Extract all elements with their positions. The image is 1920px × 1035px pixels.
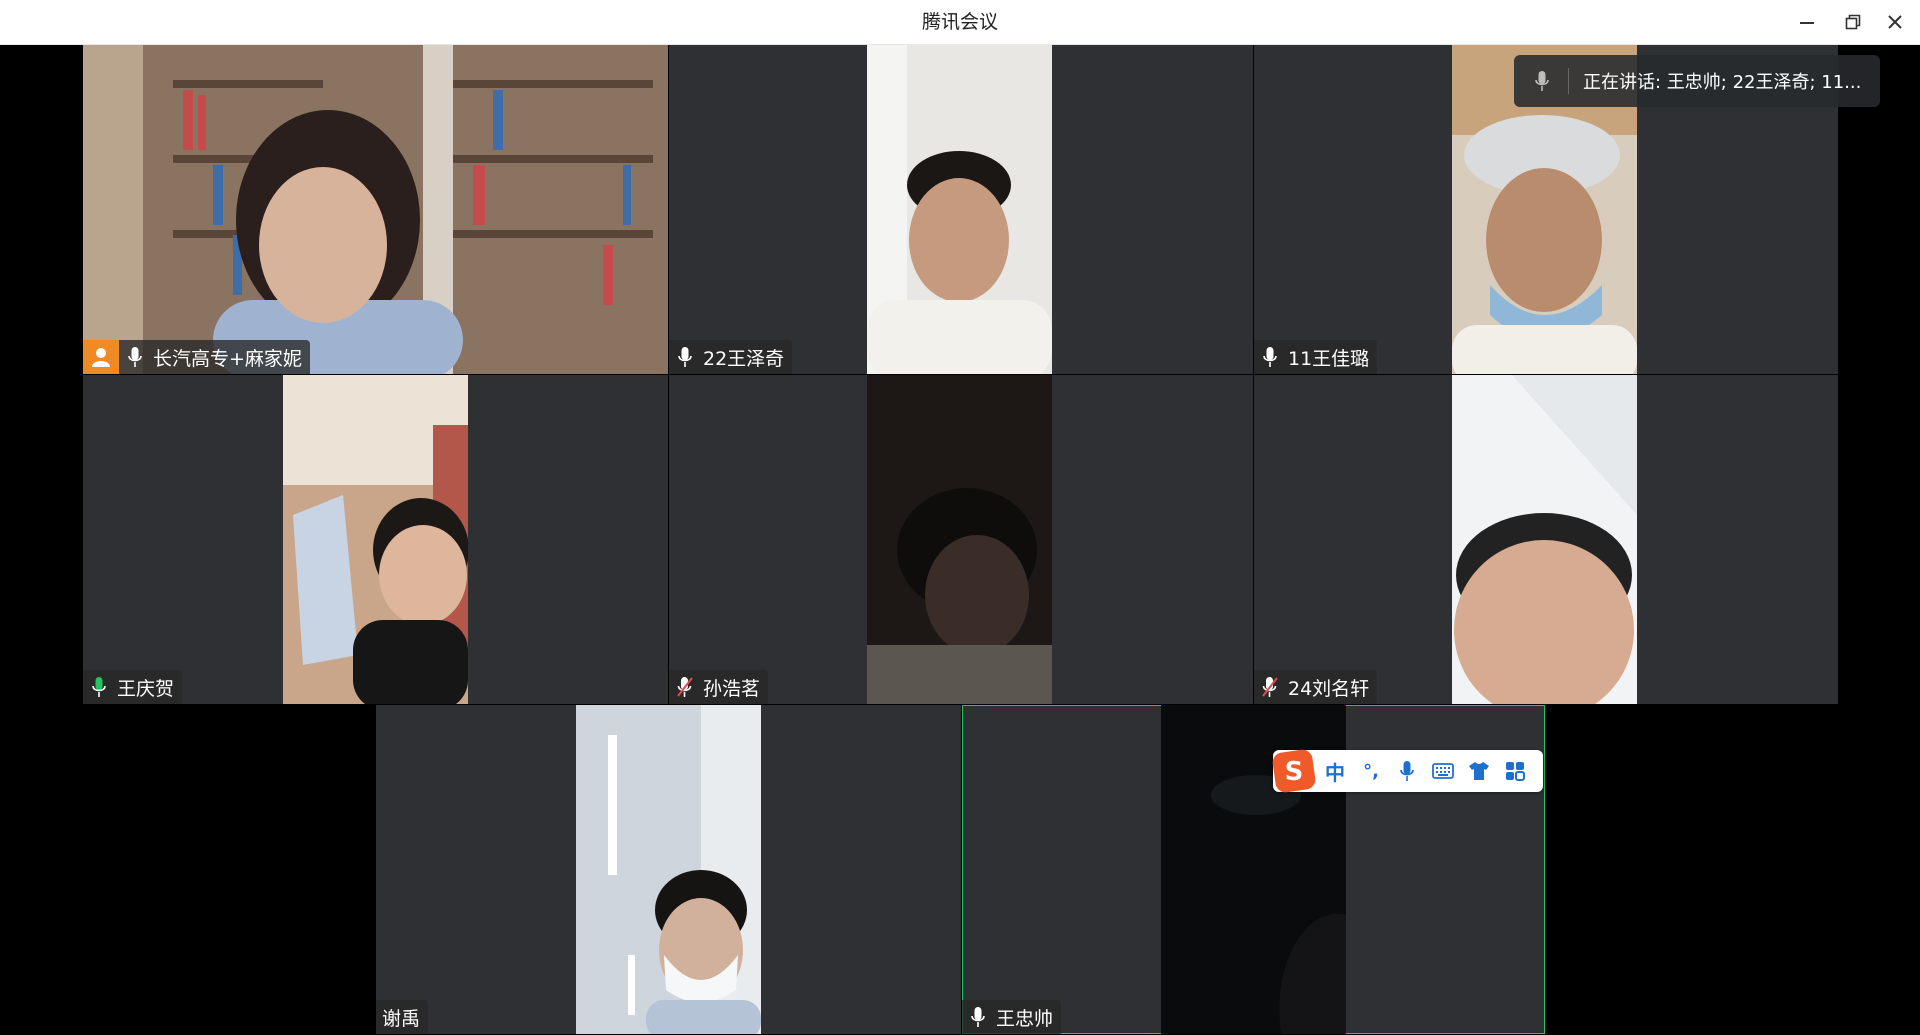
participant-tile[interactable]: 孙浩茗 <box>669 375 1253 704</box>
keyboard-icon <box>1432 763 1454 779</box>
microphone-active-icon <box>89 675 109 699</box>
user-icon <box>92 348 110 367</box>
speaking-indicator[interactable]: 正在讲话: 王忠帅; 22王泽奇; 11... <box>1514 55 1880 107</box>
title-bar: 腾讯会议 <box>0 0 1920 45</box>
ime-toolbox-button[interactable] <box>1497 753 1533 789</box>
video-frame <box>83 45 668 374</box>
participant-name: 长汽高专+麻家妮 <box>153 347 302 370</box>
participant-name: 24刘名轩 <box>1288 677 1370 700</box>
video-grid: 长汽高专+麻家妮 22王泽奇 11王佳璐 王庆贺 孙浩茗 24刘名轩 谢禹 王忠… <box>0 45 1920 1035</box>
close-button[interactable] <box>1878 8 1912 36</box>
participant-name: 谢禹 <box>382 1007 421 1030</box>
participant-video <box>83 45 668 374</box>
ime-voice-button[interactable] <box>1389 753 1425 789</box>
participant-nametag: 孙浩茗 <box>669 670 769 704</box>
minimize-icon <box>1800 22 1814 24</box>
ime-keyboard-button[interactable] <box>1425 753 1461 789</box>
video-frame <box>1452 375 1637 704</box>
microphone-muted-icon <box>675 675 695 699</box>
restore-icon <box>1845 14 1861 30</box>
video-frame <box>576 705 761 1034</box>
microphone-icon <box>1534 70 1550 92</box>
ime-language-toggle[interactable]: 中 <box>1317 753 1353 789</box>
shirt-icon <box>1469 762 1489 780</box>
participant-tile[interactable]: 长汽高专+麻家妮 <box>83 45 668 374</box>
participant-video <box>576 705 761 1034</box>
ime-logo-icon[interactable]: S <box>1271 748 1317 794</box>
participant-name: 22王泽奇 <box>703 347 785 370</box>
window-title: 腾讯会议 <box>921 11 998 33</box>
minimize-button[interactable] <box>1790 8 1824 36</box>
speaking-text: 正在讲话: 王忠帅; 22王泽奇; 11... <box>1583 72 1862 93</box>
participant-video <box>283 375 469 704</box>
grid-icon <box>1506 762 1525 781</box>
participant-nametag: 谢禹 <box>376 1000 429 1034</box>
video-frame <box>867 375 1052 704</box>
ime-skin-button[interactable] <box>1461 753 1497 789</box>
participant-video <box>867 375 1052 704</box>
host-badge <box>83 340 119 374</box>
microphone-muted-icon <box>1260 675 1280 699</box>
participant-video <box>867 45 1052 374</box>
microphone-icon <box>1400 761 1414 781</box>
participant-tile[interactable]: 谢禹 <box>376 705 961 1034</box>
svg-text:S: S <box>1285 757 1304 787</box>
participant-name: 王庆贺 <box>117 677 175 700</box>
ime-toolbar[interactable]: S 中 °, <box>1271 748 1543 794</box>
video-frame <box>283 375 469 704</box>
video-frame <box>867 45 1052 374</box>
ime-punctuation-toggle[interactable]: °, <box>1353 753 1389 789</box>
participant-name: 11王佳璐 <box>1288 347 1370 370</box>
microphone-icon <box>125 345 145 369</box>
participant-nametag: 王忠帅 <box>962 1000 1062 1034</box>
participant-nametag: 24刘名轩 <box>1254 670 1378 704</box>
divider <box>1568 68 1569 94</box>
participant-nametag: 22王泽奇 <box>669 340 793 374</box>
microphone-icon <box>675 345 695 369</box>
participant-name: 王忠帅 <box>996 1007 1054 1030</box>
microphone-icon <box>1260 345 1280 369</box>
participant-nametag: 王庆贺 <box>83 670 183 704</box>
participant-video <box>1452 375 1637 704</box>
participant-nametag: 长汽高专+麻家妮 <box>119 340 310 374</box>
close-icon <box>1888 15 1902 29</box>
participant-tile[interactable]: 24刘名轩 <box>1254 375 1838 704</box>
restore-button[interactable] <box>1836 8 1870 36</box>
participant-name: 孙浩茗 <box>703 677 761 700</box>
microphone-icon <box>968 1005 988 1029</box>
participant-tile[interactable]: 22王泽奇 <box>669 45 1253 374</box>
participant-tile[interactable]: 王庆贺 <box>83 375 668 704</box>
participant-nametag: 11王佳璐 <box>1254 340 1378 374</box>
